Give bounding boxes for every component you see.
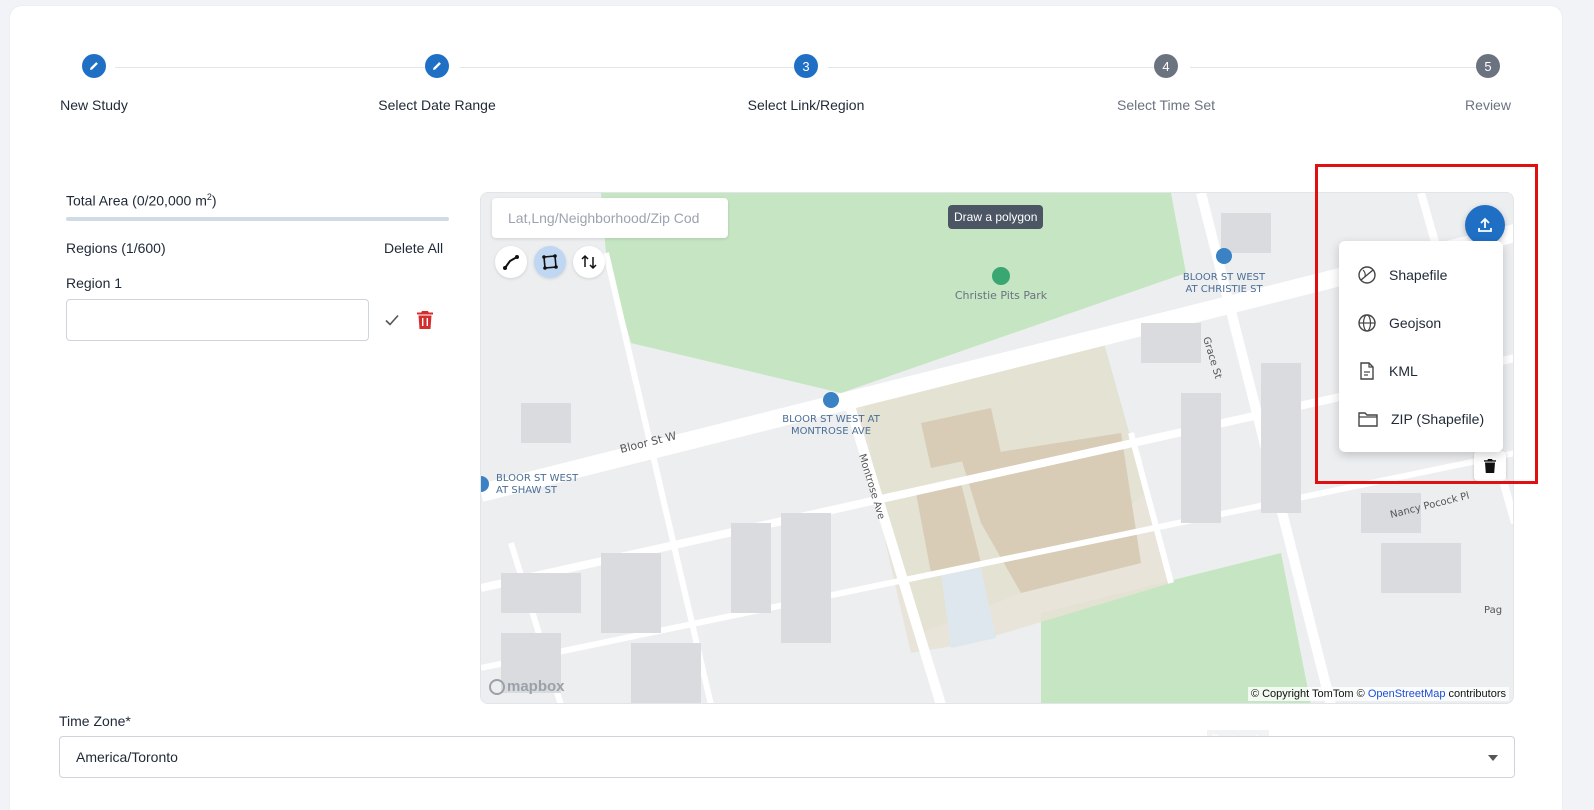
timezone-label: Time Zone* bbox=[59, 713, 131, 729]
caret-down-icon bbox=[1488, 755, 1498, 761]
transit-label-shaw-line2: AT SHAW ST bbox=[496, 485, 558, 496]
transit-label-shaw-line1: BLOOR ST WEST bbox=[496, 473, 579, 484]
region-name-input[interactable] bbox=[66, 299, 369, 341]
mapbox-logo: mapbox bbox=[489, 678, 565, 695]
delete-all-button[interactable]: Delete All bbox=[384, 240, 443, 256]
transit-label-montrose-line1: BLOOR ST WEST AT bbox=[782, 414, 880, 425]
map-attribution: © Copyright TomTom © OpenStreetMap contr… bbox=[1247, 687, 1509, 701]
area-progress-bar bbox=[66, 217, 449, 221]
regions-count-label: Regions (1/600) bbox=[66, 240, 166, 256]
map-search-input[interactable] bbox=[492, 198, 728, 238]
transit-label-montrose-line2: MONTROSE AVE bbox=[791, 426, 871, 437]
step-connector bbox=[828, 67, 1164, 68]
transit-label-christie-line1: BLOOR ST WEST bbox=[1183, 272, 1266, 283]
step-3-label: Select Link/Region bbox=[747, 97, 865, 113]
step-connector bbox=[115, 67, 434, 68]
step-5-number[interactable]: 5 bbox=[1476, 54, 1500, 78]
attribution-prefix: © Copyright TomTom © bbox=[1250, 688, 1368, 700]
attribution-suffix: contributors bbox=[1445, 688, 1506, 700]
street-label-pag: Pag bbox=[1484, 605, 1502, 616]
step-connector bbox=[460, 67, 802, 68]
mapbox-logo-icon bbox=[489, 678, 505, 695]
step-connector bbox=[1190, 67, 1478, 68]
step-2-label: Select Date Range bbox=[378, 97, 496, 113]
region-name-label: Region 1 bbox=[66, 275, 123, 291]
delete-region-trash-icon[interactable] bbox=[416, 310, 434, 330]
draw-polygon-tooltip: Draw a polygon bbox=[948, 205, 1044, 229]
step-1-label: New Study bbox=[60, 97, 128, 113]
openstreetmap-link[interactable]: OpenStreetMap bbox=[1368, 688, 1446, 700]
line-path-icon bbox=[503, 255, 519, 270]
step-2-done-icon[interactable] bbox=[425, 54, 449, 78]
timezone-select[interactable]: America/Toronto bbox=[59, 736, 1515, 778]
annotation-highlight-box bbox=[1315, 164, 1538, 484]
check-icon[interactable] bbox=[383, 311, 401, 329]
stepper: 3 4 5 New Study Select Date Range Select… bbox=[0, 0, 1594, 130]
polygon-icon bbox=[542, 254, 558, 270]
transit-label-christie-line2: AT CHRISTIE ST bbox=[1185, 284, 1263, 295]
swap-arrows-icon bbox=[581, 254, 597, 270]
park-label: Christie Pits Park bbox=[955, 289, 1048, 302]
total-area-text: Total Area (0/20,000 m bbox=[66, 192, 207, 209]
swap-tool[interactable] bbox=[573, 246, 605, 278]
total-area-close: ) bbox=[211, 192, 217, 209]
draw-polygon-tool[interactable] bbox=[534, 246, 566, 278]
draw-line-tool[interactable] bbox=[495, 246, 527, 278]
total-area-label: Total Area (0/20,000 m2) bbox=[66, 192, 217, 209]
mapbox-logo-text: mapbox bbox=[507, 678, 565, 695]
step-4-label: Select Time Set bbox=[1116, 97, 1216, 113]
step-3-number[interactable]: 3 bbox=[794, 54, 818, 78]
timezone-value: America/Toronto bbox=[76, 749, 178, 765]
step-4-number[interactable]: 4 bbox=[1154, 54, 1178, 78]
step-1-done-icon[interactable] bbox=[82, 54, 106, 78]
step-5-label: Review bbox=[1465, 97, 1511, 113]
